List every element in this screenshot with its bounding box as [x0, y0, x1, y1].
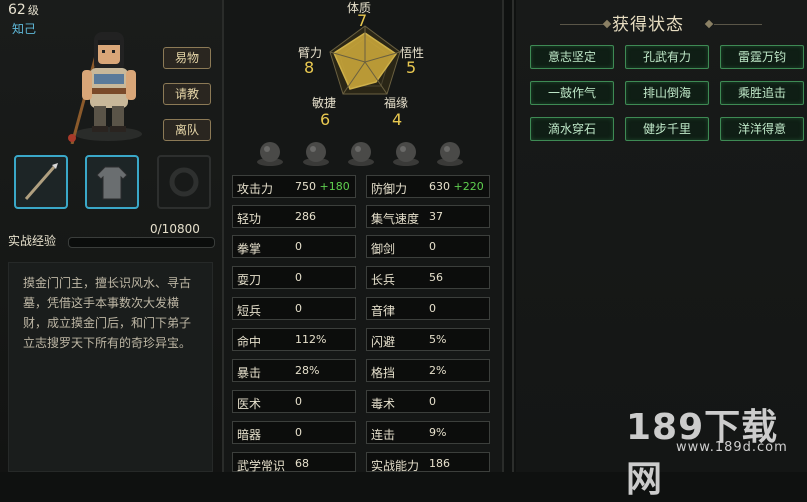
attr-minjie-label: 敏捷 [312, 96, 337, 110]
character-portrait [68, 32, 142, 144]
stat-defense-bonus: +220 [453, 180, 484, 193]
trade-button[interactable]: 易物 [163, 47, 211, 69]
weapon-slot[interactable] [14, 155, 68, 209]
panel-divider [512, 0, 514, 472]
attr-minjie-value: 6 [320, 110, 331, 129]
attr-bili-value: 8 [304, 58, 315, 77]
stat-quanzhang: 拳掌 0 [232, 235, 356, 258]
level-unit: 级 [27, 4, 39, 17]
level-number: 62 [8, 2, 26, 18]
stat-lianji: 连击 9% [366, 421, 490, 444]
status-item[interactable]: 排山倒海 [625, 81, 709, 105]
attr-fuyuan-label: 福缘 [384, 96, 409, 110]
character-description: 摸金门门主，擅长识风水、寻古墓，凭借这手本事数次大发横财，成立摸金门后，和门下弟… [8, 262, 213, 472]
orb-socket-1-icon[interactable] [255, 138, 285, 168]
stat-wuxue: 武学常识 68 [232, 452, 356, 473]
stat-mingzhong: 命中 112% [232, 328, 356, 351]
attr-tizhi-value: 7 [357, 11, 368, 30]
spear-icon [24, 163, 58, 200]
status-item[interactable]: 孔武有力 [625, 45, 709, 69]
stat-gedang: 格挡 2% [366, 359, 490, 382]
level-display: 62 级 [8, 2, 39, 18]
stat-anqi: 暗器 0 [232, 421, 356, 444]
status-item[interactable]: 乘胜追击 [720, 81, 804, 105]
stat-yishu: 医术 0 [232, 390, 356, 413]
orb-socket-3-icon[interactable] [346, 138, 376, 168]
leave-team-button[interactable]: 离队 [163, 119, 211, 141]
status-panel-title: 获得状态 [612, 15, 684, 35]
status-item[interactable]: 雷霆万钧 [720, 45, 804, 69]
armor-slot[interactable] [85, 155, 139, 209]
stat-changbing: 长兵 56 [366, 266, 490, 289]
stat-attack-value: 750 [295, 180, 316, 193]
orb-socket-5-icon[interactable] [435, 138, 465, 168]
relation-label: 知己 [12, 22, 37, 36]
orb-socket-4-icon[interactable] [391, 138, 421, 168]
stat-yujian: 御剑 0 [366, 235, 490, 258]
stat-attack-bonus: +180 [319, 180, 350, 193]
stat-defense-value: 630 [429, 180, 450, 193]
stat-dushu: 毒术 0 [366, 390, 490, 413]
exp-value: 0/10800 [150, 222, 200, 236]
exp-progress-bar [68, 237, 215, 248]
status-item[interactable]: 一鼓作气 [530, 81, 614, 105]
consult-button[interactable]: 请教 [163, 83, 211, 105]
status-item[interactable]: 意志坚定 [530, 45, 614, 69]
orb-socket-2-icon[interactable] [301, 138, 331, 168]
status-item[interactable]: 健步千里 [625, 117, 709, 141]
stat-qi-speed: 集气速度 37 [366, 205, 490, 228]
stat-baoji: 暴击 28% [232, 359, 356, 382]
stat-yinlv: 音律 0 [366, 297, 490, 320]
status-item[interactable]: 洋洋得意 [720, 117, 804, 141]
attr-wuxing-value: 5 [406, 58, 417, 77]
accessory-slot[interactable] [157, 155, 211, 209]
title-rule-right [714, 24, 762, 25]
empty-accessory-icon [169, 167, 199, 197]
stat-qinggong: 轻功 286 [232, 205, 356, 228]
stat-shanbi: 闪避 5% [366, 328, 490, 351]
stat-defense: 防御力 630 +220 [366, 175, 490, 198]
robe-icon [96, 166, 128, 200]
watermark-url: www.189d.com [676, 440, 788, 455]
stat-attack: 攻击力 750 +180 [232, 175, 356, 198]
stat-duanbing: 短兵 0 [232, 297, 356, 320]
title-rule-left [560, 24, 606, 25]
stat-shizhan: 实战能力 186 [366, 452, 490, 473]
status-item[interactable]: 滴水穿石 [530, 117, 614, 141]
attr-fuyuan-value: 4 [392, 110, 403, 129]
stat-shuadao: 耍刀 0 [232, 266, 356, 289]
exp-label: 实战经验 [8, 234, 57, 248]
